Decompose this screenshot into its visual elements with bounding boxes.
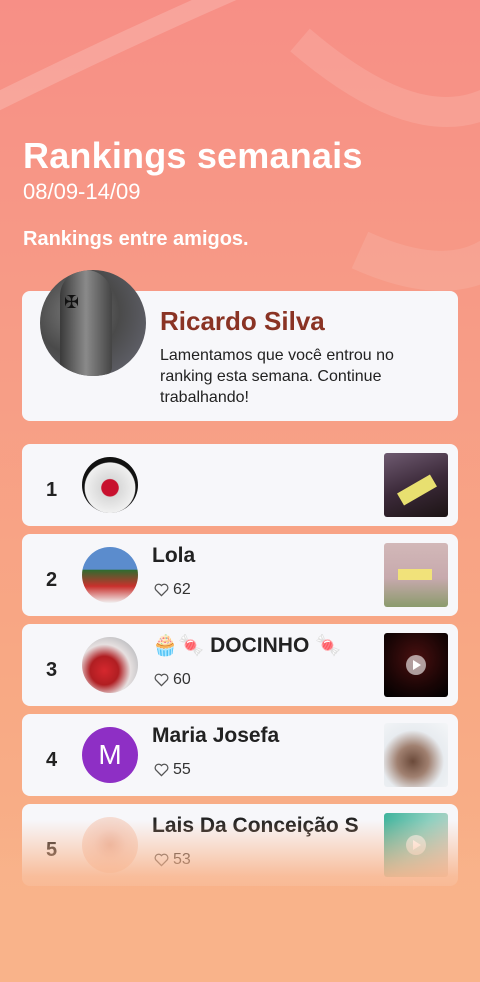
ranking-row-2[interactable]: 2 Lola 62	[22, 534, 458, 616]
likes-count: 60	[154, 671, 191, 689]
rank-number: 4	[46, 749, 58, 771]
heart-outline-icon	[154, 673, 169, 687]
my-ranking-message: Lamentamos que você entrou no ranking es…	[160, 347, 394, 406]
heart-outline-icon	[154, 583, 169, 597]
ranking-row-4[interactable]: 4 M Maria Josefa 55	[22, 714, 458, 796]
likes-count: 62	[154, 581, 191, 599]
play-icon	[406, 655, 426, 675]
video-thumbnail[interactable]	[384, 633, 448, 697]
ranking-row-1[interactable]: 1	[22, 444, 458, 526]
my-name: Ricardo Silva	[160, 306, 325, 336]
user-name: Maria Josefa	[152, 724, 280, 747]
avatar[interactable]: M	[82, 727, 138, 783]
rank-number: 3	[46, 659, 58, 681]
page-title: Rankings semanais	[23, 135, 363, 176]
rank-number: 1	[46, 479, 58, 501]
date-range: 08/09-14/09	[23, 179, 141, 204]
video-thumbnail[interactable]	[384, 723, 448, 787]
rank-number: 2	[46, 569, 58, 591]
likes-value: 60	[173, 671, 191, 688]
ranking-row-3[interactable]: 3 🧁🍬 DOCINHO 🍬 60	[22, 624, 458, 706]
likes-value: 62	[173, 581, 191, 598]
video-thumbnail[interactable]	[384, 453, 448, 517]
heart-outline-icon	[154, 763, 169, 777]
header: Rankings semanais 08/09-14/09 Rankings e…	[23, 136, 363, 252]
video-thumbnail[interactable]	[384, 543, 448, 607]
avatar-letter: M	[98, 739, 122, 770]
likes-value: 55	[173, 761, 191, 778]
avatar[interactable]	[82, 547, 138, 603]
user-name: Lola	[152, 544, 196, 567]
section-subtitle: Rankings entre amigos.	[23, 228, 249, 250]
bottom-fade-overlay	[0, 820, 480, 982]
my-avatar: ✠	[40, 270, 146, 376]
user-name: 🧁🍬 DOCINHO 🍬	[152, 634, 342, 657]
avatar[interactable]	[82, 637, 138, 693]
avatar[interactable]	[82, 457, 138, 513]
likes-count: 55	[154, 761, 191, 779]
